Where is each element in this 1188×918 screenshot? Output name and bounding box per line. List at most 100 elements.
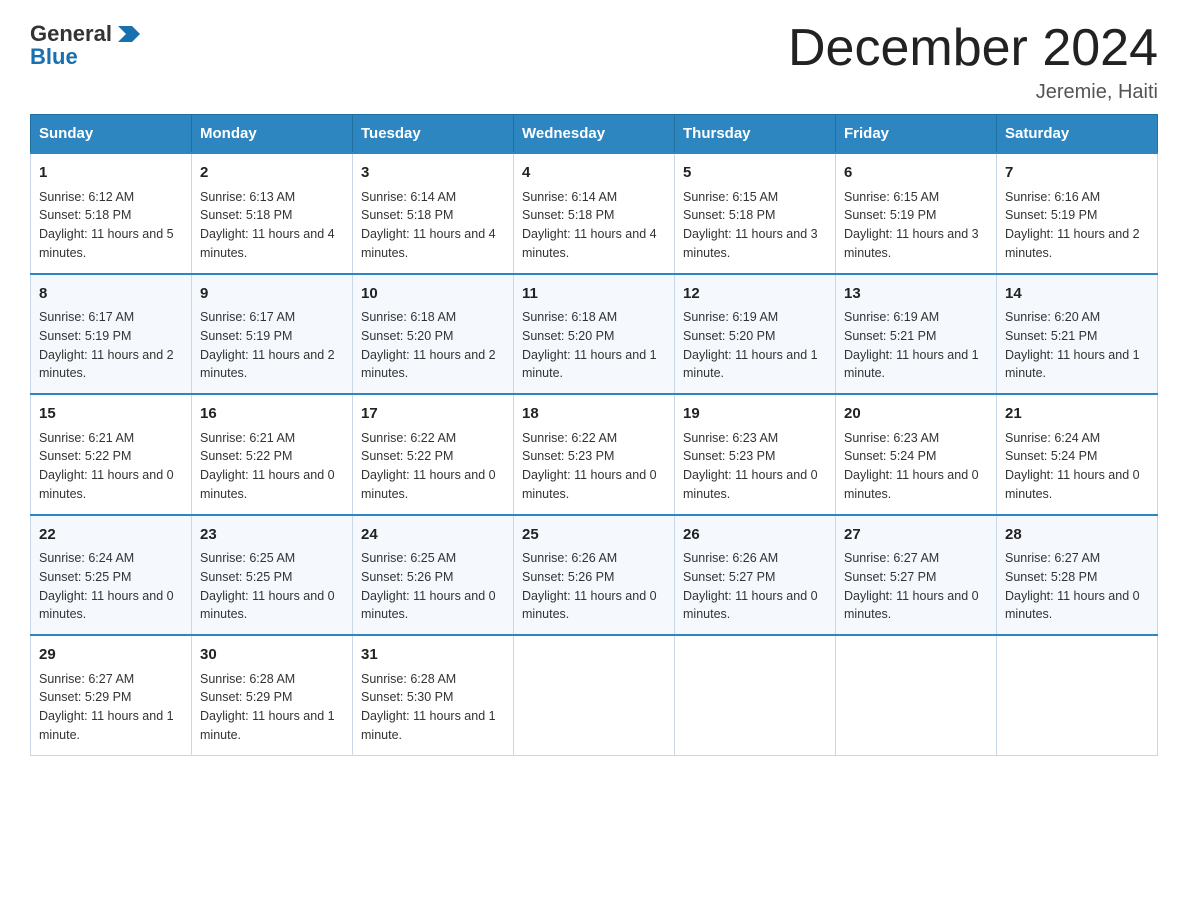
table-row: 20 Sunrise: 6:23 AM Sunset: 5:24 PM Dayl… — [836, 394, 997, 515]
table-row — [997, 635, 1158, 755]
table-row: 17 Sunrise: 6:22 AM Sunset: 5:22 PM Dayl… — [353, 394, 514, 515]
sunset-label: Sunset: 5:18 PM — [683, 208, 775, 222]
table-row: 1 Sunrise: 6:12 AM Sunset: 5:18 PM Dayli… — [31, 153, 192, 274]
sunset-label: Sunset: 5:19 PM — [844, 208, 936, 222]
day-number: 5 — [683, 162, 827, 185]
calendar-week-row: 29 Sunrise: 6:27 AM Sunset: 5:29 PM Dayl… — [31, 635, 1158, 755]
table-row: 15 Sunrise: 6:21 AM Sunset: 5:22 PM Dayl… — [31, 394, 192, 515]
sunrise-label: Sunrise: 6:27 AM — [39, 672, 134, 686]
sunrise-label: Sunrise: 6:27 AM — [1005, 551, 1100, 565]
sunrise-label: Sunrise: 6:16 AM — [1005, 190, 1100, 204]
day-number: 20 — [844, 403, 988, 426]
daylight-label: Daylight: 11 hours and 0 minutes. — [39, 468, 174, 501]
daylight-label: Daylight: 11 hours and 2 minutes. — [39, 348, 174, 381]
day-number: 4 — [522, 162, 666, 185]
col-friday: Friday — [836, 115, 997, 154]
daylight-label: Daylight: 11 hours and 0 minutes. — [844, 468, 979, 501]
daylight-label: Daylight: 11 hours and 4 minutes. — [200, 227, 335, 260]
daylight-label: Daylight: 11 hours and 1 minute. — [200, 709, 335, 742]
sunrise-label: Sunrise: 6:21 AM — [200, 431, 295, 445]
daylight-label: Daylight: 11 hours and 1 minute. — [1005, 348, 1140, 381]
sunset-label: Sunset: 5:20 PM — [683, 329, 775, 343]
table-row: 30 Sunrise: 6:28 AM Sunset: 5:29 PM Dayl… — [192, 635, 353, 755]
sunrise-label: Sunrise: 6:23 AM — [683, 431, 778, 445]
sunrise-label: Sunrise: 6:24 AM — [39, 551, 134, 565]
day-number: 14 — [1005, 283, 1149, 306]
sunset-label: Sunset: 5:27 PM — [683, 570, 775, 584]
day-number: 9 — [200, 283, 344, 306]
logo-blue: Blue — [30, 44, 78, 69]
table-row: 6 Sunrise: 6:15 AM Sunset: 5:19 PM Dayli… — [836, 153, 997, 274]
daylight-label: Daylight: 11 hours and 0 minutes. — [200, 589, 335, 622]
col-thursday: Thursday — [675, 115, 836, 154]
daylight-label: Daylight: 11 hours and 0 minutes. — [39, 589, 174, 622]
day-number: 11 — [522, 283, 666, 306]
sunset-label: Sunset: 5:22 PM — [361, 449, 453, 463]
daylight-label: Daylight: 11 hours and 0 minutes. — [522, 468, 657, 501]
daylight-label: Daylight: 11 hours and 2 minutes. — [1005, 227, 1140, 260]
sunset-label: Sunset: 5:20 PM — [361, 329, 453, 343]
table-row: 8 Sunrise: 6:17 AM Sunset: 5:19 PM Dayli… — [31, 274, 192, 395]
sunset-label: Sunset: 5:28 PM — [1005, 570, 1097, 584]
day-number: 10 — [361, 283, 505, 306]
sunset-label: Sunset: 5:25 PM — [39, 570, 131, 584]
table-row: 19 Sunrise: 6:23 AM Sunset: 5:23 PM Dayl… — [675, 394, 836, 515]
sunrise-label: Sunrise: 6:20 AM — [1005, 310, 1100, 324]
table-row: 27 Sunrise: 6:27 AM Sunset: 5:27 PM Dayl… — [836, 515, 997, 636]
sunset-label: Sunset: 5:23 PM — [683, 449, 775, 463]
daylight-label: Daylight: 11 hours and 0 minutes. — [361, 468, 496, 501]
col-sunday: Sunday — [31, 115, 192, 154]
day-number: 2 — [200, 162, 344, 185]
daylight-label: Daylight: 11 hours and 4 minutes. — [361, 227, 496, 260]
day-number: 8 — [39, 283, 183, 306]
table-row: 31 Sunrise: 6:28 AM Sunset: 5:30 PM Dayl… — [353, 635, 514, 755]
day-number: 28 — [1005, 524, 1149, 547]
calendar-table: Sunday Monday Tuesday Wednesday Thursday… — [30, 114, 1158, 756]
sunset-label: Sunset: 5:29 PM — [39, 690, 131, 704]
daylight-label: Daylight: 11 hours and 3 minutes. — [844, 227, 979, 260]
daylight-label: Daylight: 11 hours and 0 minutes. — [844, 589, 979, 622]
table-row: 7 Sunrise: 6:16 AM Sunset: 5:19 PM Dayli… — [997, 153, 1158, 274]
daylight-label: Daylight: 11 hours and 0 minutes. — [683, 468, 818, 501]
col-monday: Monday — [192, 115, 353, 154]
sunset-label: Sunset: 5:22 PM — [200, 449, 292, 463]
sunrise-label: Sunrise: 6:26 AM — [522, 551, 617, 565]
day-number: 18 — [522, 403, 666, 426]
daylight-label: Daylight: 11 hours and 0 minutes. — [200, 468, 335, 501]
sunset-label: Sunset: 5:19 PM — [1005, 208, 1097, 222]
sunset-label: Sunset: 5:20 PM — [522, 329, 614, 343]
day-number: 22 — [39, 524, 183, 547]
calendar-week-row: 22 Sunrise: 6:24 AM Sunset: 5:25 PM Dayl… — [31, 515, 1158, 636]
table-row: 13 Sunrise: 6:19 AM Sunset: 5:21 PM Dayl… — [836, 274, 997, 395]
sunset-label: Sunset: 5:24 PM — [1005, 449, 1097, 463]
day-number: 29 — [39, 644, 183, 667]
day-number: 15 — [39, 403, 183, 426]
day-number: 1 — [39, 162, 183, 185]
table-row — [514, 635, 675, 755]
table-row: 18 Sunrise: 6:22 AM Sunset: 5:23 PM Dayl… — [514, 394, 675, 515]
sunrise-label: Sunrise: 6:25 AM — [200, 551, 295, 565]
day-number: 19 — [683, 403, 827, 426]
sunset-label: Sunset: 5:18 PM — [200, 208, 292, 222]
sunrise-label: Sunrise: 6:24 AM — [1005, 431, 1100, 445]
sunset-label: Sunset: 5:21 PM — [844, 329, 936, 343]
table-row: 25 Sunrise: 6:26 AM Sunset: 5:26 PM Dayl… — [514, 515, 675, 636]
day-number: 21 — [1005, 403, 1149, 426]
daylight-label: Daylight: 11 hours and 1 minute. — [522, 348, 657, 381]
table-row: 28 Sunrise: 6:27 AM Sunset: 5:28 PM Dayl… — [997, 515, 1158, 636]
month-title: December 2024 — [788, 20, 1158, 77]
daylight-label: Daylight: 11 hours and 3 minutes. — [683, 227, 818, 260]
daylight-label: Daylight: 11 hours and 1 minute. — [39, 709, 174, 742]
sunrise-label: Sunrise: 6:27 AM — [844, 551, 939, 565]
table-row: 29 Sunrise: 6:27 AM Sunset: 5:29 PM Dayl… — [31, 635, 192, 755]
sunset-label: Sunset: 5:24 PM — [844, 449, 936, 463]
day-number: 6 — [844, 162, 988, 185]
table-row: 10 Sunrise: 6:18 AM Sunset: 5:20 PM Dayl… — [353, 274, 514, 395]
sunset-label: Sunset: 5:19 PM — [200, 329, 292, 343]
calendar-header-row: Sunday Monday Tuesday Wednesday Thursday… — [31, 115, 1158, 154]
logo-arrow-icon — [114, 20, 142, 48]
sunrise-label: Sunrise: 6:18 AM — [522, 310, 617, 324]
day-number: 13 — [844, 283, 988, 306]
day-number: 26 — [683, 524, 827, 547]
sunset-label: Sunset: 5:27 PM — [844, 570, 936, 584]
